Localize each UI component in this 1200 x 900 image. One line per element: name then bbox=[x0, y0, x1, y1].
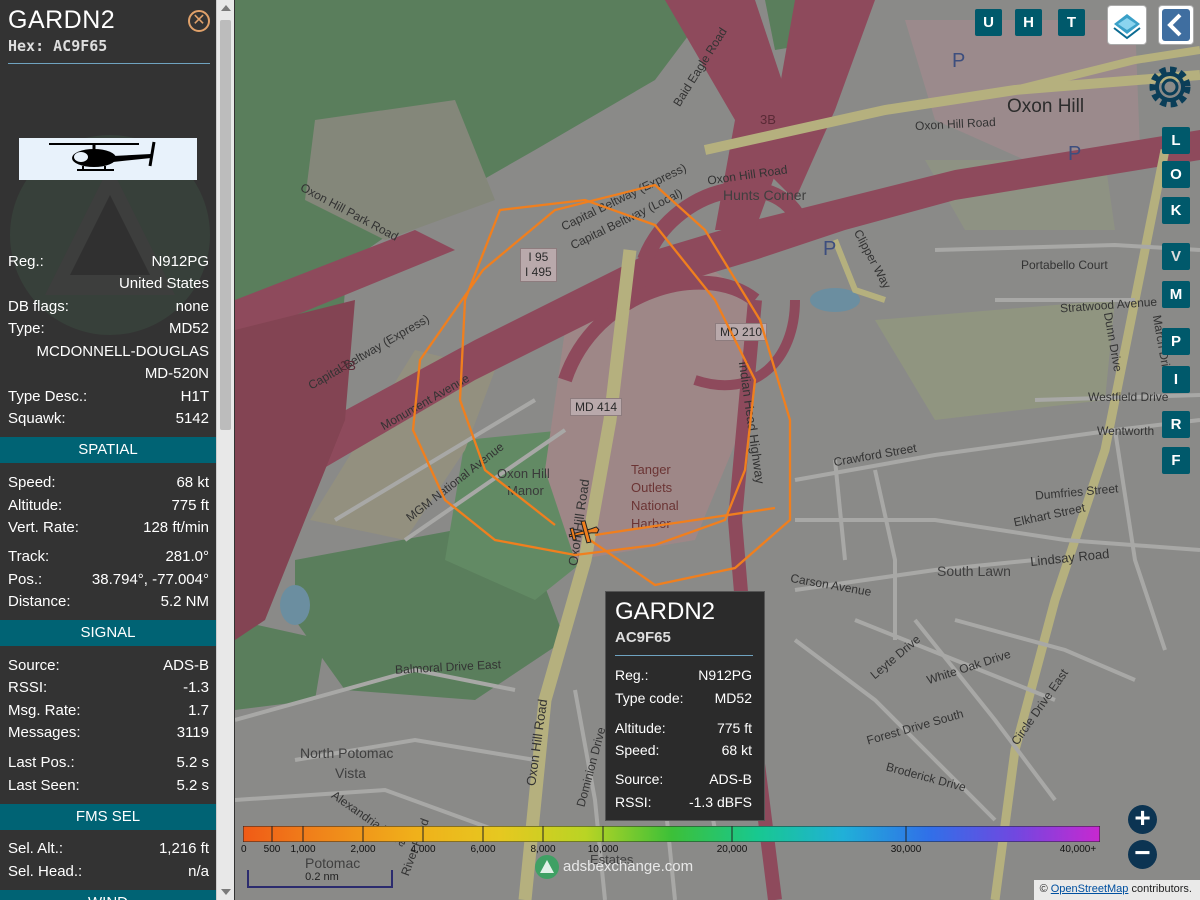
legend-tick: 6,000 bbox=[470, 844, 496, 855]
layers-button[interactable] bbox=[1107, 5, 1147, 45]
reg-row: Reg.: N912PG bbox=[8, 253, 209, 270]
map-attribution: © OpenStreetMap contributors. bbox=[1033, 880, 1200, 900]
toggle-button-r[interactable]: R bbox=[1162, 411, 1190, 438]
tooltip-altitude-row: Altitude: 775 ft bbox=[615, 720, 752, 736]
tooltip-typecode-row: Type code: MD52 bbox=[615, 690, 752, 706]
registration: N912PG bbox=[151, 253, 209, 270]
aircraft-info-panel: GARDN2 Hex: AC9F65 ✕ Reg.: N912PG United … bbox=[0, 0, 216, 900]
legend-tick: 10,000 bbox=[587, 844, 619, 855]
source-row: Source: ADS-B bbox=[8, 657, 209, 674]
tooltip-reg-row: Reg.: N912PG bbox=[615, 667, 752, 683]
divider bbox=[8, 63, 210, 64]
legend-tick: 500 bbox=[263, 844, 281, 855]
toggle-button-o[interactable]: O bbox=[1162, 161, 1190, 188]
messages-row: Messages: 3119 bbox=[8, 724, 209, 741]
squawk-row: Squawk: 5142 bbox=[8, 410, 209, 427]
brand-watermark: adsbexchange.com bbox=[535, 855, 693, 879]
scrollbar-thumb[interactable] bbox=[220, 20, 231, 430]
signal-header: SIGNAL bbox=[0, 620, 216, 646]
map-scale-bar: 0.2 nm bbox=[247, 870, 393, 888]
toggle-button-f[interactable]: F bbox=[1162, 447, 1190, 474]
spatial-header: SPATIAL bbox=[0, 437, 216, 463]
legend-tick: 30,000 bbox=[890, 844, 922, 855]
legend-tick: 2,000 bbox=[350, 844, 376, 855]
openstreetmap-link[interactable]: OpenStreetMap bbox=[1051, 883, 1129, 895]
legend-tick: 8,000 bbox=[530, 844, 556, 855]
tooltip-rssi-row: RSSI: -1.3 dBFS bbox=[615, 794, 752, 810]
aircraft-marker-icon[interactable] bbox=[567, 519, 600, 546]
zoom-in-button[interactable]: + bbox=[1128, 804, 1157, 834]
adsbx-logo-icon bbox=[535, 855, 559, 879]
zoom-out-button[interactable]: − bbox=[1128, 839, 1157, 869]
toggle-button-m[interactable]: M bbox=[1162, 281, 1190, 308]
divider bbox=[615, 655, 753, 656]
dbflags-row: DB flags: none bbox=[8, 298, 209, 315]
callsign: GARDN2 bbox=[8, 6, 116, 34]
hex-code: Hex: AC9F65 bbox=[8, 37, 108, 55]
track-row: Track: 281.0° bbox=[8, 548, 209, 565]
country-row: United States bbox=[118, 275, 209, 292]
scroll-down-icon[interactable] bbox=[221, 889, 231, 895]
legend-tick: 40,000+ bbox=[1059, 844, 1097, 855]
model-row: MD-520N bbox=[144, 365, 209, 382]
aircraft-silhouette bbox=[19, 138, 197, 180]
wind-header: WIND bbox=[0, 890, 216, 900]
track-line bbox=[411, 183, 792, 587]
tooltip-hex: AC9F65 bbox=[615, 629, 671, 646]
legend-tick: 20,000 bbox=[716, 844, 748, 855]
toggle-button-i[interactable]: I bbox=[1162, 366, 1190, 393]
position-row: Pos.: 38.794°, -77.004° bbox=[8, 571, 209, 588]
vrate-row: Vert. Rate: 128 ft/min bbox=[8, 519, 209, 536]
toggle-button-t[interactable]: T bbox=[1058, 9, 1085, 36]
aircraft-tooltip: GARDN2 AC9F65 Reg.: N912PG Type code: MD52… bbox=[605, 591, 765, 821]
collapse-panel-button[interactable] bbox=[1158, 5, 1194, 45]
distance-row: Distance: 5.2 NM bbox=[8, 593, 209, 610]
toggle-button-l[interactable]: L bbox=[1162, 127, 1190, 154]
altitude-row: Altitude: 775 ft bbox=[8, 497, 209, 514]
toggle-button-p[interactable]: P bbox=[1162, 328, 1190, 355]
toggle-button-k[interactable]: K bbox=[1162, 197, 1190, 224]
legend-tick: 0 bbox=[241, 844, 247, 855]
speed-row: Speed: 68 kt bbox=[8, 474, 209, 491]
tooltip-speed-row: Speed: 68 kt bbox=[615, 742, 752, 758]
altitude-color-legend bbox=[243, 826, 1100, 842]
manufacturer-row: MCDONNELL-DOUGLAS bbox=[36, 343, 209, 360]
helicopter-icon bbox=[49, 141, 156, 171]
typedesc-row: Type Desc.: H1T bbox=[8, 388, 209, 405]
toggle-button-v[interactable]: V bbox=[1162, 243, 1190, 270]
toggle-button-u[interactable]: U bbox=[975, 9, 1002, 36]
rssi-row: RSSI: -1.3 bbox=[8, 679, 209, 696]
tooltip-source-row: Source: ADS-B bbox=[615, 771, 752, 787]
tooltip-callsign: GARDN2 bbox=[615, 598, 716, 625]
type-row: Type: MD52 bbox=[8, 320, 209, 337]
gear-icon[interactable] bbox=[1143, 60, 1197, 114]
layers-icon bbox=[1113, 14, 1141, 40]
selhead-row: Sel. Head.: n/a bbox=[8, 863, 209, 880]
lastseen-row: Last Seen: 5.2 s bbox=[8, 777, 209, 794]
selalt-row: Sel. Alt.: 1,216 ft bbox=[8, 840, 209, 857]
chevron-left-icon bbox=[1162, 9, 1190, 41]
sidebar-scrollbar[interactable] bbox=[216, 0, 234, 900]
track-line bbox=[594, 506, 776, 537]
close-icon[interactable]: ✕ bbox=[188, 10, 210, 32]
toggle-button-h[interactable]: H bbox=[1015, 9, 1042, 36]
msgrate-row: Msg. Rate: 1.7 bbox=[8, 702, 209, 719]
legend-tick: 4,000 bbox=[410, 844, 436, 855]
scroll-up-icon[interactable] bbox=[221, 5, 231, 11]
fms-header: FMS SEL bbox=[0, 804, 216, 830]
lastpos-row: Last Pos.: 5.2 s bbox=[8, 754, 209, 771]
legend-tick: 1,000 bbox=[290, 844, 316, 855]
